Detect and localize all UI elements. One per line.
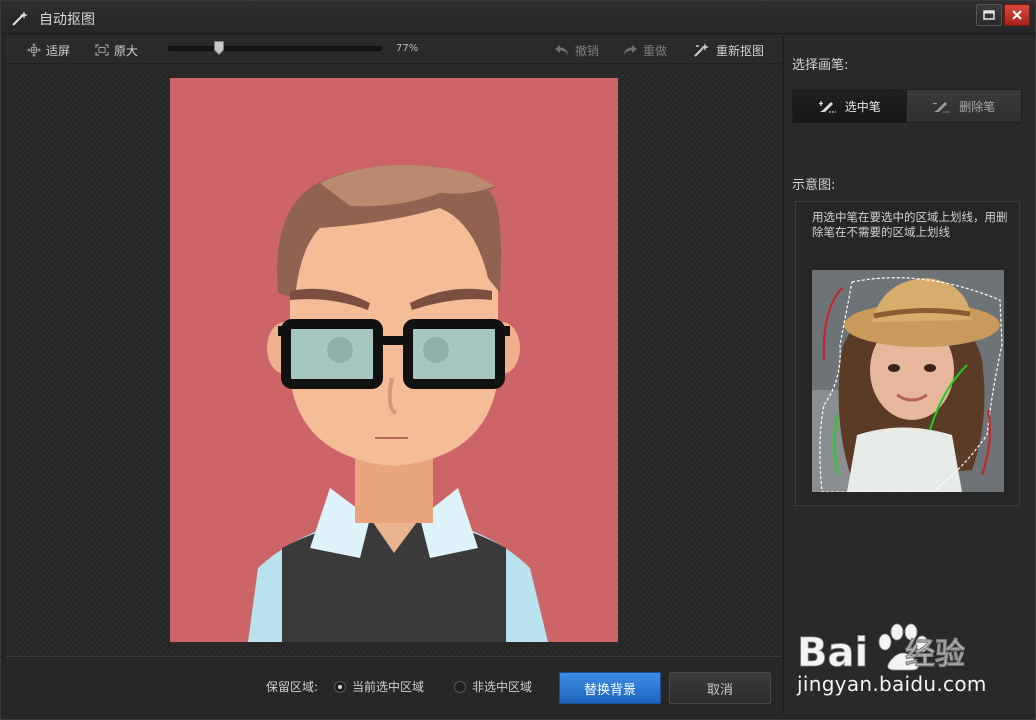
- delete-brush-button[interactable]: 删除笔: [907, 90, 1021, 122]
- recut-label: 重新抠图: [716, 43, 765, 58]
- radio-dot-selected[interactable]: [334, 680, 346, 693]
- zoom-slider[interactable]: [168, 41, 382, 55]
- window-title: 自动抠图: [39, 12, 95, 28]
- radio-non-selection-label: 非选中区域: [472, 680, 533, 694]
- maximize-button[interactable]: [976, 4, 1002, 26]
- radio-non-selection[interactable]: 非选中区域: [454, 678, 532, 695]
- select-brush-button[interactable]: 选中笔: [793, 90, 908, 122]
- image-canvas[interactable]: [6, 65, 781, 655]
- watermark-url: jingyan.baidu.com: [797, 672, 987, 696]
- bottom-bar: 保留区域: 当前选中区域 非选中区域 替换背景 取消: [6, 656, 781, 714]
- replace-background-button[interactable]: 替换背景: [559, 672, 661, 704]
- radio-current-selection[interactable]: 当前选中区域: [334, 678, 424, 695]
- editor-toolbar: 适屏 原大 77% 撤销 重做 重新抠图: [6, 36, 781, 64]
- recut-wand-icon: [694, 43, 709, 57]
- choose-brush-label: 选择画笔:: [792, 58, 849, 73]
- keep-area-label: 保留区域:: [266, 680, 319, 694]
- fit-screen-button[interactable]: 适屏: [27, 41, 70, 59]
- undo-label: 撤销: [575, 43, 600, 58]
- undo-icon: [555, 45, 568, 55]
- demo-instructions: 用选中笔在要选中的区域上划线，用删除笔在不需要的区域上划线: [812, 210, 1008, 239]
- recut-button[interactable]: 重新抠图: [693, 41, 764, 59]
- delete-brush-icon: [933, 102, 951, 113]
- fit-screen-label: 适屏: [46, 43, 71, 58]
- original-size-icon: [95, 44, 109, 56]
- editor-area: 适屏 原大 77% 撤销 重做 重新抠图 保留区域: 当前选中区域 非选中区域 …: [6, 36, 781, 714]
- redo-button[interactable]: 重做: [622, 41, 667, 59]
- original-size-label: 原大: [114, 43, 139, 58]
- brush-panel: 选择画笔: 选中笔 删除笔 示意图: 用选中笔在要选中的区域上划线，用删除笔在不…: [783, 36, 1035, 714]
- select-brush-icon: [818, 101, 836, 113]
- original-size-button[interactable]: 原大: [95, 41, 138, 59]
- cartoon-portrait-image: [170, 78, 618, 642]
- radio-current-selection-label: 当前选中区域: [352, 680, 425, 694]
- zoom-percent: 77%: [396, 43, 419, 54]
- select-brush-label: 选中笔: [844, 99, 881, 114]
- svg-text:Bai: Bai: [797, 630, 868, 676]
- close-icon: [1012, 10, 1022, 20]
- girl-with-hat-photo: [812, 270, 1004, 492]
- redo-icon: [624, 45, 637, 55]
- close-button[interactable]: [1004, 4, 1030, 26]
- demo-image: [812, 270, 1004, 492]
- brush-selector: 选中笔 删除笔: [792, 89, 1022, 123]
- redo-label: 重做: [643, 43, 668, 58]
- cancel-button[interactable]: 取消: [669, 672, 771, 704]
- edited-photo[interactable]: [170, 78, 618, 642]
- svg-text:经验: 经验: [905, 637, 965, 672]
- fit-screen-icon: [27, 43, 41, 57]
- demo-illustration-box: 用选中笔在要选中的区域上划线，用删除笔在不需要的区域上划线: [795, 201, 1020, 506]
- zoom-slider-thumb[interactable]: [214, 41, 225, 55]
- maximize-icon: [983, 10, 995, 20]
- delete-brush-label: 删除笔: [959, 99, 996, 114]
- undo-button[interactable]: 撤销: [554, 41, 599, 59]
- title-bar: 自动抠图: [1, 1, 1035, 34]
- magic-wand-icon: [12, 11, 28, 26]
- radio-dot-unselected[interactable]: [454, 680, 466, 693]
- auto-cutout-window: 自动抠图 适屏 原大 77% 撤销 重做 重新抠图 保留区域: 当前选中区域 非…: [0, 0, 1036, 720]
- demo-label: 示意图:: [792, 178, 836, 193]
